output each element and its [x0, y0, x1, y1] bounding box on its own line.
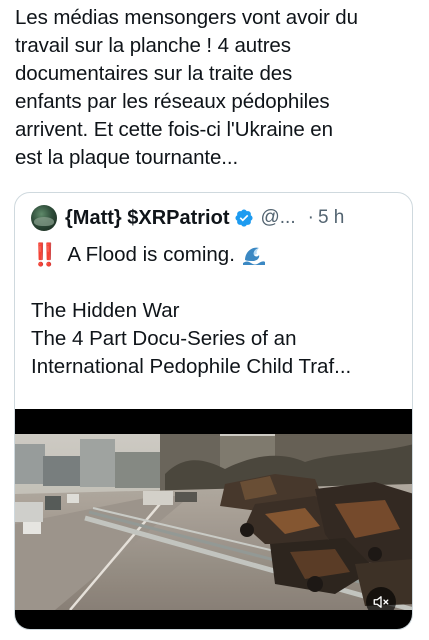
- separator-dot: ·: [307, 207, 314, 228]
- video-frame-war-road: [15, 434, 412, 610]
- quoted-post-header: {Matt} $XRPatriot @... · 5 h: [31, 205, 344, 231]
- verified-badge-icon: [235, 209, 254, 227]
- post-timestamp[interactable]: 5 h: [318, 207, 344, 229]
- water-wave-icon: [242, 247, 265, 265]
- quote-line-truncated: International Pedophile Child Traf...: [31, 355, 352, 378]
- volume-muted-icon: [373, 596, 389, 608]
- quote-line-series: The 4 Part Docu-Series of an: [31, 327, 297, 350]
- author-avatar[interactable]: [31, 205, 57, 231]
- author-display-name[interactable]: {Matt} $XRPatriot: [65, 207, 229, 230]
- quote-line-title: The Hidden War: [31, 299, 180, 322]
- flood-text: A Flood is coming.: [67, 243, 235, 266]
- double-exclamation-icon: ‼️: [31, 242, 58, 267]
- video-player[interactable]: [15, 409, 412, 629]
- quoted-post-card[interactable]: {Matt} $XRPatriot @... · 5 h ‼️ A Flood …: [14, 192, 413, 630]
- quoted-post-body: ‼️ A Flood is coming. The Hidden War The…: [31, 241, 406, 381]
- author-handle[interactable]: @...: [260, 207, 295, 229]
- flood-line: ‼️ A Flood is coming.: [31, 241, 406, 269]
- post-text: Les médias mensongers vont avoir du trav…: [15, 6, 358, 169]
- mute-toggle-button[interactable]: [366, 587, 396, 617]
